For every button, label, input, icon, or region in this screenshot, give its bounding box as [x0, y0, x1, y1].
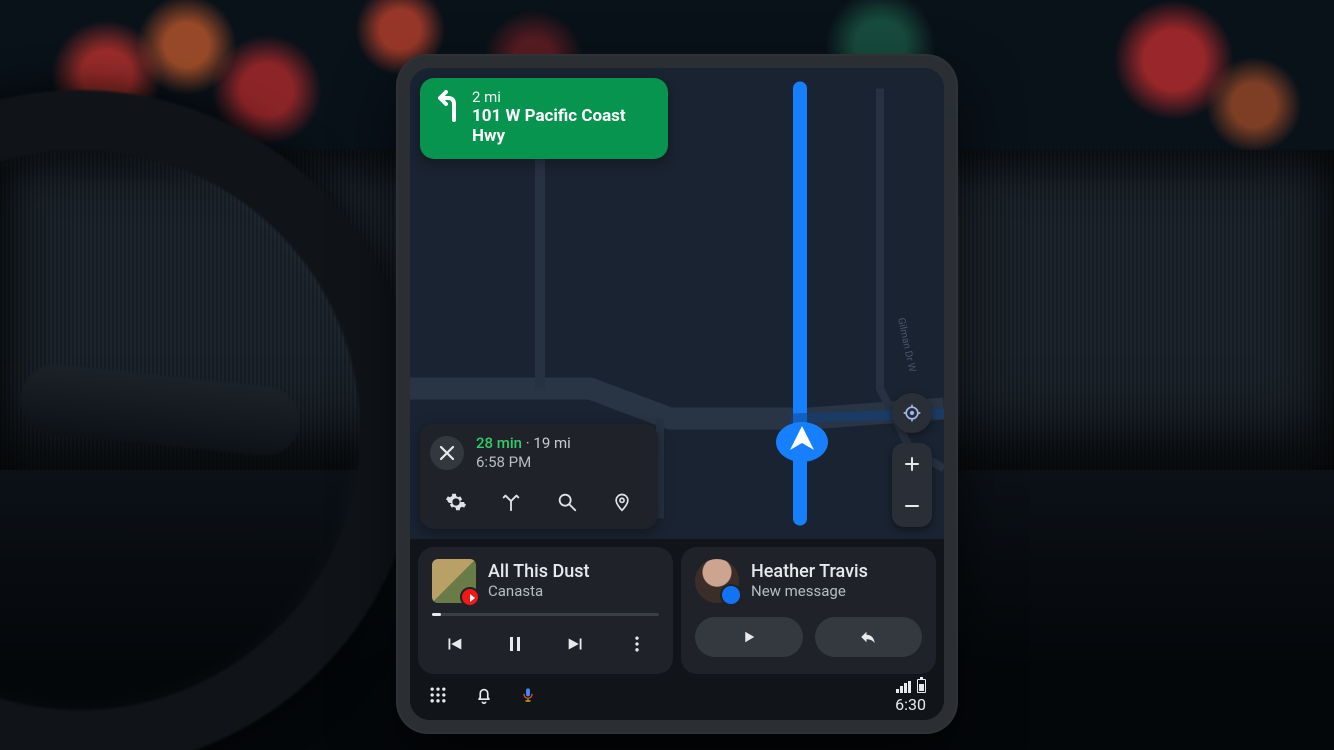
eta-duration: 28 min [476, 434, 522, 452]
current-location-marker [770, 408, 834, 476]
app-launcher-button[interactable] [428, 685, 448, 709]
sender-name: Heather Travis [751, 562, 868, 583]
next-turn-card[interactable]: 2 mi 101 W Pacific Coast Hwy [420, 78, 668, 159]
nav-places-button[interactable] [600, 485, 644, 519]
message-card[interactable]: Heather Travis New message [681, 547, 936, 674]
notifications-button[interactable] [474, 684, 494, 710]
more-vert-icon [627, 634, 647, 654]
gear-icon [445, 491, 467, 513]
track-title: All This Dust [488, 562, 589, 583]
track-artist: Canasta [488, 582, 589, 600]
zoom-out-button[interactable] [892, 485, 932, 527]
close-icon [439, 445, 455, 461]
infotainment-screen: Gilman Dr W 2 mi [410, 68, 944, 720]
eta-arrival-time: 6:58 PM [476, 453, 571, 471]
plus-icon [904, 456, 920, 472]
next-track-button[interactable] [554, 626, 598, 662]
playback-progress[interactable] [432, 613, 659, 616]
turn-left-icon [432, 90, 460, 126]
previous-track-button[interactable] [432, 626, 476, 662]
search-icon [556, 491, 578, 513]
microphone-icon [520, 684, 536, 706]
zoom-controls [892, 443, 932, 527]
reply-button[interactable] [815, 617, 923, 657]
eta-separator: · [526, 434, 530, 452]
alternate-routes-button[interactable] [489, 485, 533, 519]
car-interior-background: Gilman Dr W 2 mi [0, 0, 1334, 750]
zoom-in-button[interactable] [892, 443, 932, 485]
widget-row: All This Dust Canasta [410, 539, 944, 674]
system-bar: 6:30 [410, 674, 944, 720]
turn-distance: 2 mi [472, 88, 652, 106]
apps-grid-icon [428, 685, 448, 705]
voice-assistant-button[interactable] [520, 684, 536, 710]
location-pin-icon [612, 491, 632, 513]
navigation-map[interactable]: Gilman Dr W 2 mi [410, 68, 944, 539]
end-navigation-button[interactable] [430, 436, 464, 470]
eta-panel: 28 min · 19 mi 6:58 PM [420, 424, 658, 529]
battery-icon [917, 679, 926, 693]
album-art [432, 559, 476, 603]
turn-road-name: 101 W Pacific Coast Hwy [472, 106, 652, 147]
cell-signal-icon [896, 681, 911, 693]
pause-button[interactable] [493, 626, 537, 662]
skip-previous-icon [443, 633, 465, 655]
recenter-button[interactable] [892, 393, 932, 433]
media-card[interactable]: All This Dust Canasta [418, 547, 673, 674]
play-message-button[interactable] [695, 617, 803, 657]
minus-icon [904, 498, 920, 514]
media-more-button[interactable] [615, 626, 659, 662]
nav-search-button[interactable] [545, 485, 589, 519]
status-icons [896, 681, 926, 693]
skip-next-icon [565, 633, 587, 655]
play-icon [740, 628, 758, 646]
sender-avatar [695, 559, 739, 603]
reply-icon [858, 628, 878, 646]
message-status: New message [751, 582, 868, 600]
nav-settings-button[interactable] [434, 485, 478, 519]
status-bar-clock: 6:30 [895, 697, 926, 713]
infotainment-device-frame: Gilman Dr W 2 mi [396, 54, 958, 734]
routes-icon [500, 491, 522, 513]
crosshair-icon [902, 403, 922, 423]
pause-icon [503, 632, 527, 656]
bell-icon [474, 684, 494, 706]
eta-distance: 19 mi [533, 434, 570, 452]
